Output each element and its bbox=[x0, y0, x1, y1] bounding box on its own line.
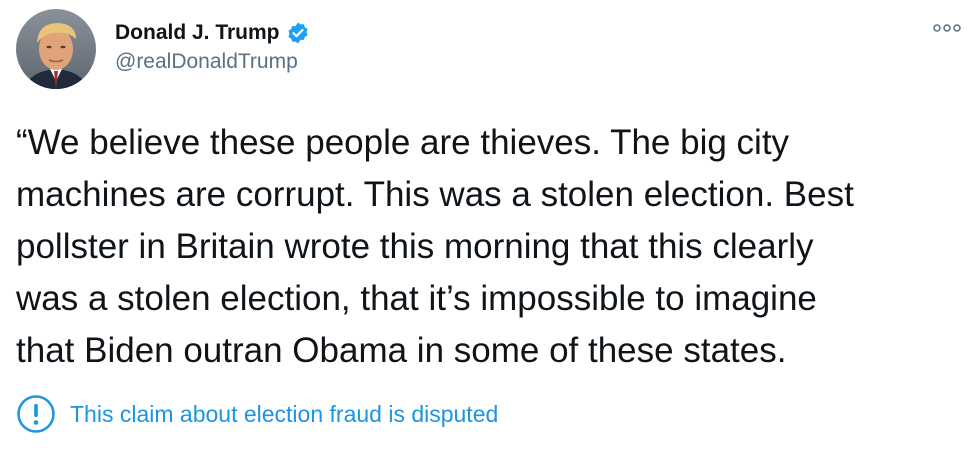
exclamation-circle-icon bbox=[16, 394, 56, 434]
display-name[interactable]: Donald J. Trump bbox=[115, 21, 280, 45]
profile-photo-icon bbox=[16, 9, 96, 89]
display-name-row: Donald J. Trump bbox=[115, 18, 310, 48]
more-options-icon[interactable] bbox=[932, 18, 962, 38]
verified-badge-icon bbox=[286, 21, 310, 45]
tweet-text: “We believe these people are thieves. Th… bbox=[16, 123, 854, 370]
disputed-claim-notice[interactable]: This claim about election fraud is dispu… bbox=[16, 394, 498, 434]
avatar[interactable] bbox=[16, 9, 96, 89]
tweet-card: Donald J. Trump @realDonaldTrump “We bel… bbox=[0, 0, 980, 450]
notice-text[interactable]: This claim about election fraud is dispu… bbox=[70, 401, 498, 428]
user-handle[interactable]: @realDonaldTrump bbox=[115, 50, 310, 74]
author-block: Donald J. Trump @realDonaldTrump bbox=[115, 18, 310, 74]
